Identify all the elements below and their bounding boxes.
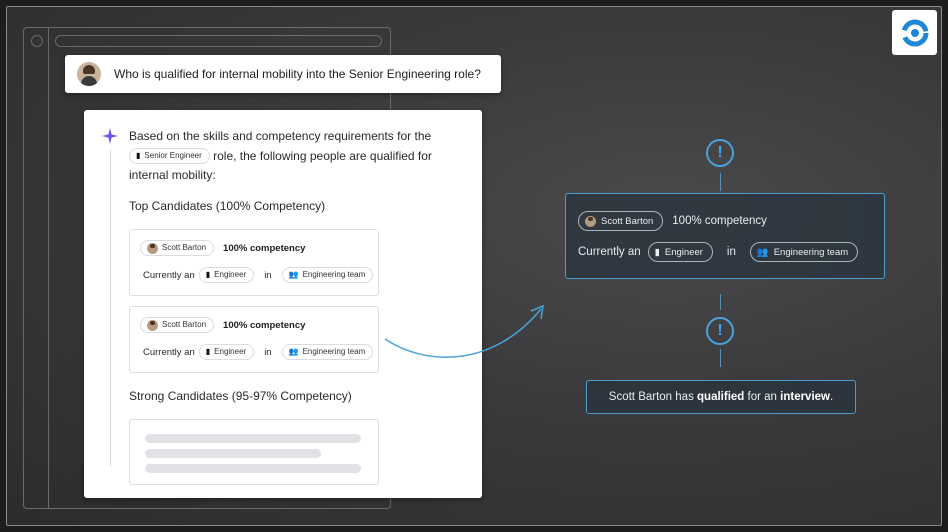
avatar [147, 242, 158, 254]
qualification-result: Scott Barton has qualified for an interv… [586, 380, 856, 414]
in-label: in [726, 246, 736, 258]
candidate-competency: 100% competency [672, 215, 767, 227]
candidate-chip[interactable]: Scott Barton [578, 211, 664, 231]
info-role-row: Currently an ▮ Engineer in 👥 Engineering… [578, 242, 859, 262]
currently-label: Currently an [143, 346, 195, 358]
result-suffix: . [830, 391, 834, 403]
connector-line [720, 294, 721, 310]
candidate-info-card: Scott Barton 100% competency Currently a… [565, 193, 885, 279]
candidate-name: Scott Barton [162, 243, 207, 252]
team-chip[interactable]: 👥 Engineering team [749, 242, 859, 262]
slide-frame: Who is qualified for internal mobility i… [6, 6, 942, 526]
candidate-competency: 100% competency [223, 242, 306, 254]
candidate-role-row: Currently an ▮ Engineer in 👥 Engineering… [143, 267, 374, 283]
avatar [147, 319, 158, 331]
candidate-card[interactable]: Scott Barton 100% competency Currently a… [129, 229, 379, 296]
candidate-role-row: Currently an ▮ Engineer in 👥 Engineering… [143, 344, 374, 360]
intro-before-text: Based on the skills and competency requi… [129, 129, 432, 143]
people-icon: 👥 [288, 270, 299, 279]
user-question-bubble: Who is qualified for internal mobility i… [65, 55, 501, 93]
candidate-name: Scott Barton [601, 215, 654, 227]
top-candidates-title: Top Candidates (100% Competency) [129, 199, 326, 213]
strong-candidates-title: Strong Candidates (95-97% Competency) [129, 389, 352, 403]
team-chip-label: Engineering team [302, 347, 366, 356]
exclamation-icon: ! [706, 139, 734, 167]
role-chip[interactable]: ▮ Engineer [647, 242, 713, 262]
in-label: in [264, 269, 272, 281]
candidate-header: Scott Barton 100% competency [140, 240, 305, 256]
user-avatar [77, 62, 101, 86]
question-text: Who is qualified for internal mobility i… [114, 67, 481, 81]
app-menu-icon[interactable] [31, 35, 43, 47]
role-chip-label: Engineer [664, 246, 703, 258]
badge-icon: ▮ [136, 151, 141, 161]
brand-logo [892, 10, 937, 55]
team-chip-label: Engineering team [302, 270, 366, 279]
skeleton-bar [145, 464, 361, 473]
currently-label: Currently an [578, 246, 641, 258]
candidate-header: Scott Barton 100% competency [140, 317, 305, 333]
window-address-bar[interactable] [55, 35, 382, 47]
badge-icon: ▮ [205, 270, 211, 279]
result-qualified: qualified [697, 391, 745, 403]
window-sidebar-rail [23, 27, 49, 509]
exclamation-icon: ! [706, 317, 734, 345]
result-interview: interview [780, 391, 830, 403]
badge-icon: ▮ [205, 347, 211, 356]
loading-skeleton [129, 419, 379, 485]
team-chip[interactable]: 👥 Engineering team [281, 344, 374, 360]
candidate-competency: 100% competency [223, 319, 306, 331]
role-chip-label: Engineer [214, 270, 247, 279]
candidate-name: Scott Barton [162, 320, 207, 329]
result-middle: for an [747, 391, 777, 403]
role-chip[interactable]: ▮ Engineer [198, 344, 255, 360]
people-icon: 👥 [756, 246, 769, 258]
flow-arrow [384, 304, 544, 358]
role-chip-label: Engineer [214, 347, 247, 356]
role-chip[interactable]: ▮ Engineer [198, 267, 255, 283]
connector-line [720, 173, 721, 191]
candidate-chip[interactable]: Scott Barton [140, 317, 215, 333]
result-prefix: Scott Barton has [608, 391, 694, 403]
skeleton-bar [145, 449, 321, 458]
info-header: Scott Barton 100% competency [578, 211, 767, 231]
team-chip[interactable]: 👥 Engineering team [281, 267, 374, 283]
candidate-chip[interactable]: Scott Barton [140, 240, 215, 256]
in-label: in [264, 346, 272, 358]
avatar [585, 215, 596, 227]
skeleton-bar [145, 434, 361, 443]
refresh-logo-icon [901, 19, 928, 46]
answer-thread-line [110, 150, 111, 466]
role-chip-label: Senior Engineer [144, 151, 202, 161]
currently-label: Currently an [143, 269, 195, 281]
team-chip-label: Engineering team [773, 246, 849, 258]
result-text: Scott Barton has qualified for an interv… [609, 391, 833, 403]
sparkle-icon [102, 128, 118, 144]
badge-icon: ▮ [654, 246, 660, 258]
answer-intro: Based on the skills and competency requi… [129, 127, 449, 186]
role-chip[interactable]: ▮ Senior Engineer [129, 148, 210, 165]
people-icon: 👥 [288, 347, 299, 356]
connector-line [720, 349, 721, 367]
candidate-card[interactable]: Scott Barton 100% competency Currently a… [129, 306, 379, 373]
